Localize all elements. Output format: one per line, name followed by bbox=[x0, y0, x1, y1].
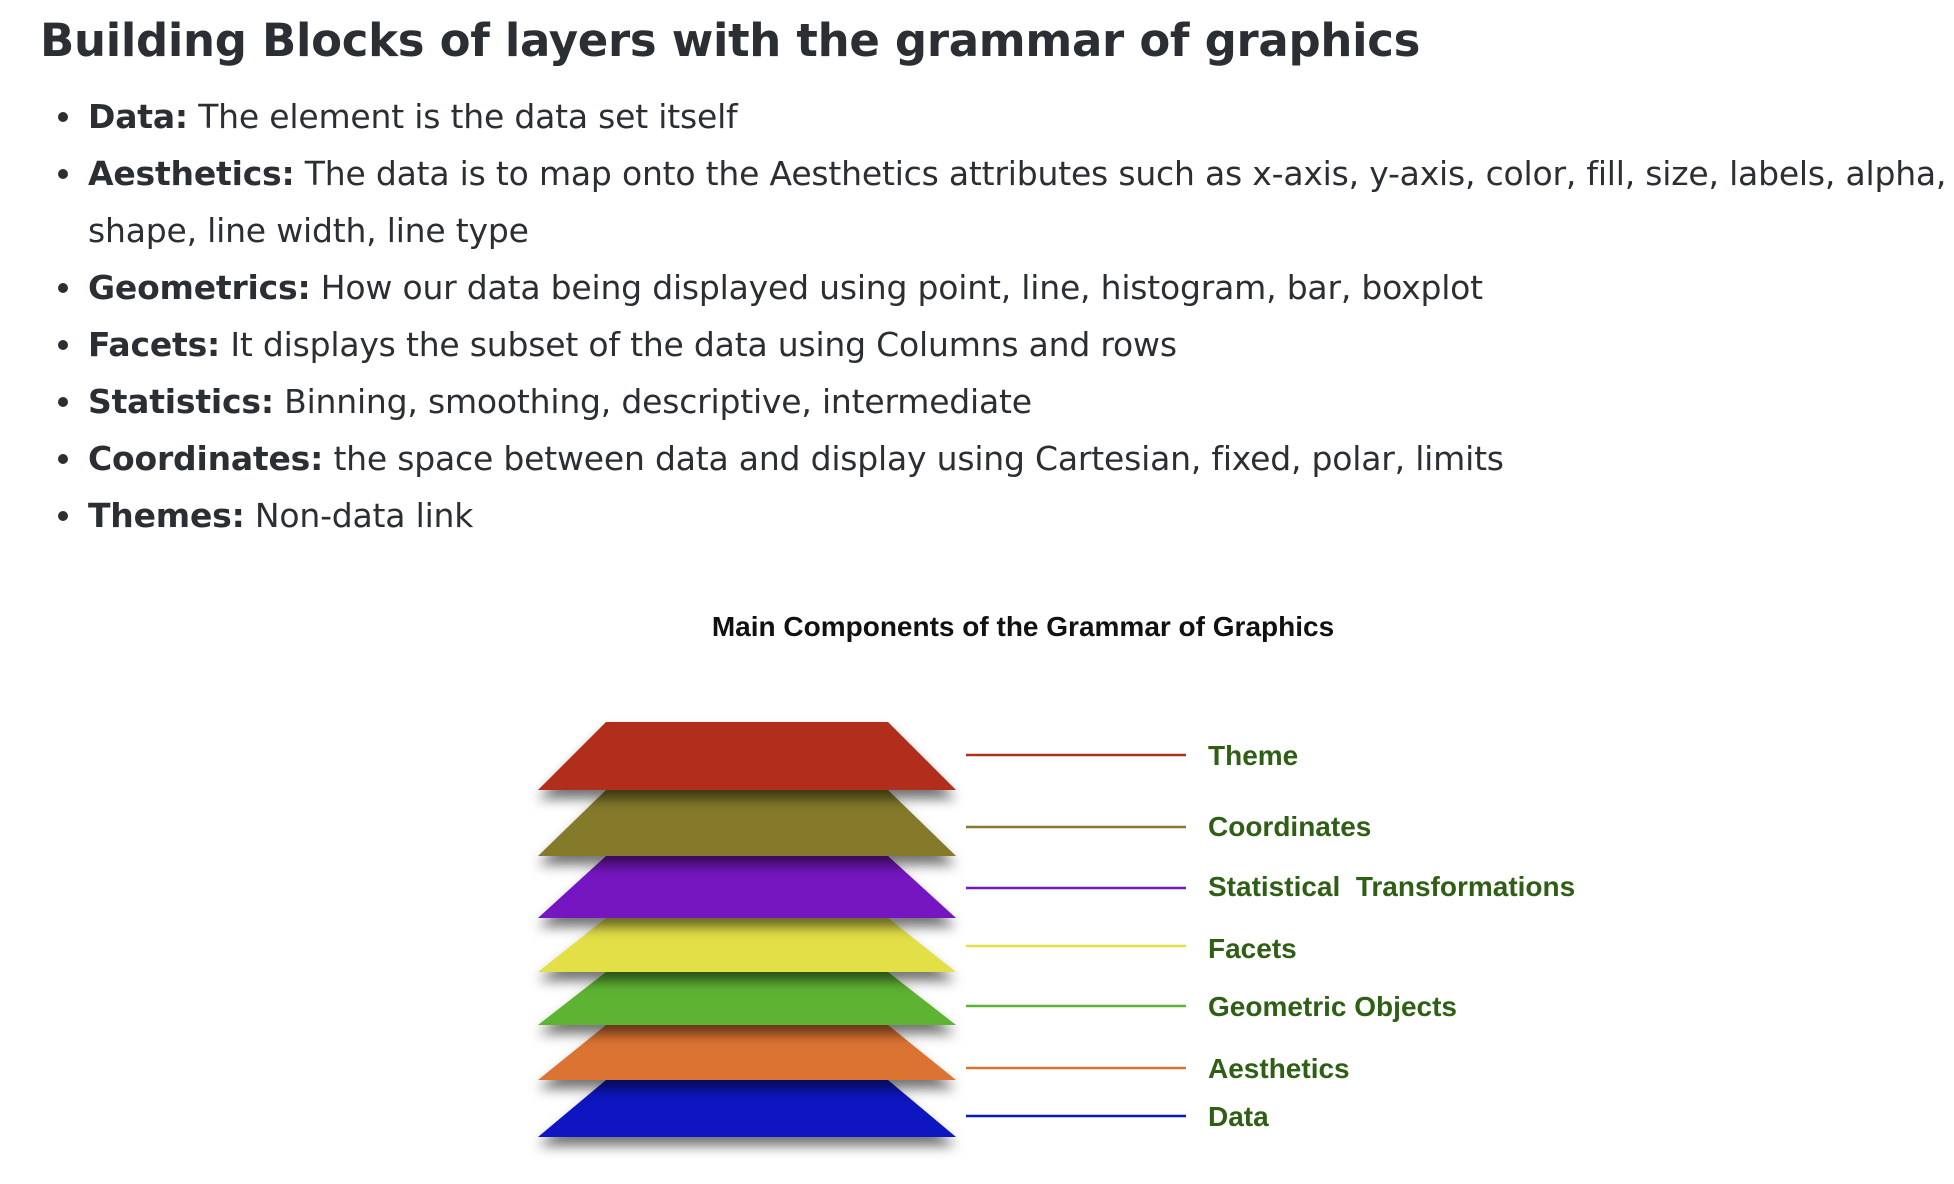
layer-facets bbox=[538, 918, 956, 972]
list-item-text: Non-data link bbox=[254, 496, 474, 535]
list-item-term: Themes: bbox=[88, 496, 245, 535]
list-item-text: It displays the subset of the data using… bbox=[230, 325, 1177, 364]
list-item-statistics: Statistics: Binning, smoothing, descript… bbox=[58, 373, 1948, 430]
list-item-term: Facets: bbox=[88, 325, 221, 364]
list-item-term: Geometrics: bbox=[88, 268, 311, 307]
layer-coordinates bbox=[538, 790, 956, 856]
list-item-geometrics: Geometrics: How our data being displayed… bbox=[58, 259, 1948, 316]
layer-label: Facets bbox=[1208, 933, 1297, 964]
layer-data bbox=[538, 1080, 956, 1137]
layer-theme bbox=[538, 722, 956, 790]
bullet-icon bbox=[58, 397, 68, 407]
list-item-coordinates: Coordinates: the space between data and … bbox=[58, 430, 1948, 487]
list-item-term: Coordinates: bbox=[88, 439, 324, 478]
list-item-text: The element is the data set itself bbox=[198, 97, 738, 136]
list-item-text: the space between data and display using… bbox=[333, 439, 1504, 478]
grammar-of-graphics-diagram: Main Components of the Grammar of Graphi… bbox=[538, 611, 1575, 1137]
bullet-icon bbox=[58, 283, 68, 293]
layer-aesthetics bbox=[538, 1025, 956, 1080]
list-item-term: Statistics: bbox=[88, 382, 274, 421]
layer-label: Statistical Transformations bbox=[1208, 871, 1575, 902]
list-item-term: Data: bbox=[88, 97, 188, 136]
layer-geometric-objects bbox=[538, 972, 956, 1025]
layer-label: Aesthetics bbox=[1208, 1053, 1350, 1084]
list-item-aesthetics: Aesthetics: The data is to map onto the … bbox=[58, 145, 1948, 259]
layer-stack bbox=[538, 722, 956, 1137]
layer-label: Theme bbox=[1208, 740, 1298, 771]
component-list: Data: The element is the data set itself… bbox=[58, 88, 1948, 544]
layer-label: Geometric Objects bbox=[1208, 991, 1457, 1022]
layer-leaders: Theme Coordinates Statistical Transformati… bbox=[966, 740, 1575, 1132]
layer-label: Data bbox=[1208, 1101, 1269, 1132]
layer-statistical-transformations bbox=[538, 856, 956, 918]
list-item-data: Data: The element is the data set itself bbox=[58, 88, 1948, 145]
bullet-icon bbox=[58, 169, 68, 179]
list-item-facets: Facets: It displays the subset of the da… bbox=[58, 316, 1948, 373]
diagram-title: Main Components of the Grammar of Graphi… bbox=[712, 611, 1334, 642]
list-item-term: Aesthetics: bbox=[88, 154, 295, 193]
page-title: Building Blocks of layers with the gramm… bbox=[40, 14, 1421, 67]
bullet-icon bbox=[58, 511, 68, 521]
list-item-text: The data is to map onto the Aesthetics a… bbox=[88, 154, 1947, 250]
bullet-icon bbox=[58, 454, 68, 464]
list-item-text: How our data being displayed using point… bbox=[320, 268, 1483, 307]
list-item-text: Binning, smoothing, descriptive, interme… bbox=[284, 382, 1032, 421]
bullet-icon bbox=[58, 340, 68, 350]
layer-label: Coordinates bbox=[1208, 811, 1371, 842]
list-item-themes: Themes: Non-data link bbox=[58, 487, 1948, 544]
bullet-icon bbox=[58, 112, 68, 122]
